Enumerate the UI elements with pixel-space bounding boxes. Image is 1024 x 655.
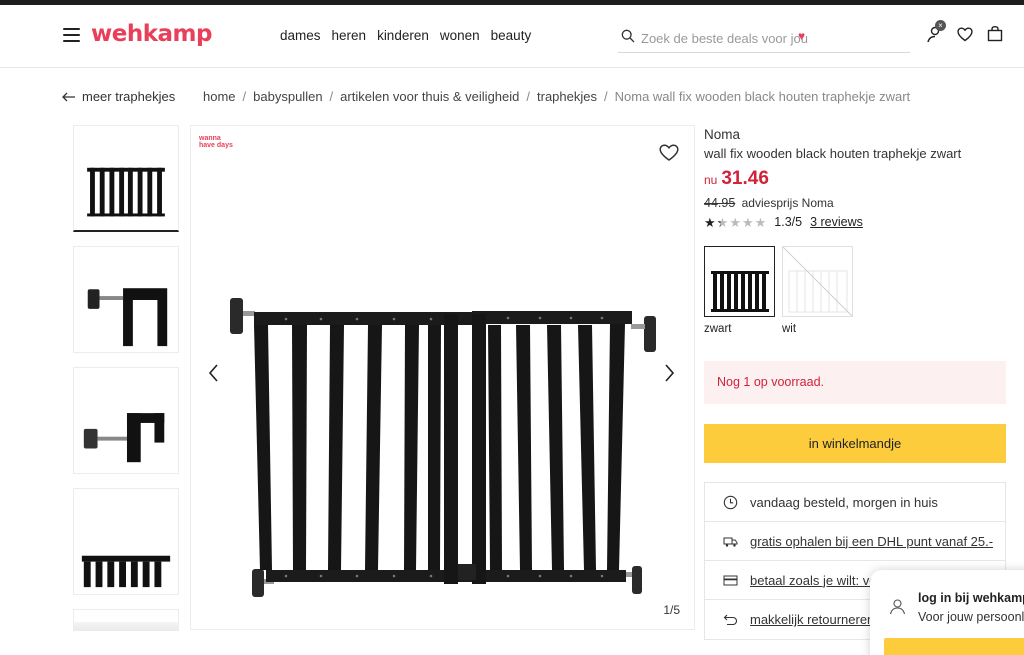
old-price-label: adviesprijs Noma xyxy=(741,196,834,210)
chevron-left-icon[interactable] xyxy=(206,362,222,384)
crumb-artikelen[interactable]: artikelen voor thuis & veiligheid xyxy=(340,89,519,104)
truck-icon xyxy=(723,537,738,547)
search-icon xyxy=(621,29,635,43)
swatch-label-wit: wit xyxy=(782,323,797,335)
login-popup-title: log in bij wehkamp xyxy=(918,591,1024,605)
account-icon[interactable]: × xyxy=(926,20,946,43)
heart-icon[interactable] xyxy=(956,25,974,43)
thumbnail-1[interactable] xyxy=(73,125,179,232)
swatch-zwart[interactable]: zwart xyxy=(704,246,775,335)
back-link[interactable]: meer traphekjes xyxy=(62,89,175,104)
wehkamp-logo[interactable]: wehkamp xyxy=(91,21,212,47)
product-info: Noma wall fix wooden black houten traphe… xyxy=(704,125,1006,229)
search-bar[interactable]: ♥ xyxy=(618,23,910,53)
clock-icon xyxy=(723,495,738,509)
benefit-text: vandaag besteld, morgen in huis xyxy=(750,494,938,510)
star-icon: ★ xyxy=(729,214,741,230)
add-to-cart-button[interactable]: in winkelmandje xyxy=(704,424,1006,463)
old-price-row: 44.95 adviesprijs Noma xyxy=(704,196,1006,210)
image-counter: 1/5 xyxy=(663,603,680,617)
benefit-link[interactable]: gratis ophalen bij een DHL punt vanaf 25… xyxy=(750,534,993,549)
favorite-heart-icon[interactable] xyxy=(658,142,680,162)
current-price: 31.46 xyxy=(721,168,769,189)
stock-message: Nog 1 op voorraad. xyxy=(704,361,1006,404)
star-icon: ★ xyxy=(754,214,767,230)
product-brand[interactable]: Noma xyxy=(704,127,1006,142)
main-nav: dames heren kinderen wonen beauty xyxy=(280,28,542,43)
hamburger-menu-icon[interactable] xyxy=(63,28,80,42)
benefit-delivery: vandaag besteld, morgen in huis xyxy=(705,483,1005,522)
main-product-image[interactable]: wanna have days 1/5 xyxy=(190,125,695,630)
rating-text: 1.3/5 xyxy=(774,215,803,229)
breadcrumb: home / babyspullen / artikelen voor thuis … xyxy=(203,89,911,104)
crumb-babyspullen[interactable]: babyspullen xyxy=(253,89,322,104)
benefit-link[interactable]: betaal zoals je wilt: vo xyxy=(750,573,876,588)
stair-gate-image xyxy=(230,298,656,597)
login-button[interactable] xyxy=(884,638,1024,655)
nav-wonen[interactable]: wonen xyxy=(440,28,480,43)
color-swatches: zwart wit xyxy=(704,246,853,335)
price-prefix: nu xyxy=(704,173,718,187)
crumb-current: Noma wall fix wooden black houten traphe… xyxy=(614,89,911,104)
crumb-home[interactable]: home xyxy=(203,89,236,104)
search-input[interactable] xyxy=(641,27,901,49)
thumbnail-3[interactable] xyxy=(73,367,179,474)
chevron-right-icon[interactable] xyxy=(661,362,677,384)
nav-dames[interactable]: dames xyxy=(280,28,321,43)
nav-heren[interactable]: heren xyxy=(332,28,367,43)
rating-stars: ★ ★ ★ ★ ★ xyxy=(704,216,766,229)
wanna-have-days-badge: wanna have days xyxy=(199,135,233,149)
benefit-link[interactable]: makkelijk retourneren xyxy=(750,612,874,627)
star-icon: ★ xyxy=(716,214,729,230)
thumbnail-2[interactable] xyxy=(73,246,179,353)
login-popup-subtitle: Voor jouw persoonli xyxy=(918,610,1024,624)
rating-row: ★ ★ ★ ★ ★ 1.3/5 3 reviews xyxy=(704,215,1006,229)
thumbnail-5[interactable] xyxy=(73,609,179,631)
crumb-traphekjes[interactable]: traphekjes xyxy=(537,89,597,104)
back-link-label: meer traphekjes xyxy=(82,89,176,104)
price-row: nu 31.46 xyxy=(704,168,1006,190)
close-icon: × xyxy=(935,20,946,31)
nav-beauty[interactable]: beauty xyxy=(491,28,532,43)
header-icons: × xyxy=(926,20,1004,43)
old-price: 44.95 xyxy=(704,196,736,210)
reviews-link[interactable]: 3 reviews xyxy=(810,215,863,229)
swatch-label-zwart: zwart xyxy=(704,323,732,335)
star-icon: ★ xyxy=(704,214,716,230)
nav-kinderen[interactable]: kinderen xyxy=(377,28,429,43)
thumbnail-4[interactable] xyxy=(73,488,179,595)
return-icon xyxy=(723,614,738,626)
arrow-left-icon xyxy=(62,92,75,101)
star-icon: ★ xyxy=(741,214,754,230)
pink-heart-icon: ♥ xyxy=(798,29,806,43)
benefit-dhl[interactable]: gratis ophalen bij een DHL punt vanaf 25… xyxy=(705,522,1005,561)
login-popup[interactable]: log in bij wehkamp Voor jouw persoonli xyxy=(870,570,1024,655)
site-header: wehkamp dames heren kinderen wonen beaut… xyxy=(0,5,1024,68)
user-icon xyxy=(889,599,906,615)
bag-icon[interactable] xyxy=(986,25,1004,43)
product-title: wall fix wooden black houten traphekje z… xyxy=(704,146,962,161)
swatch-wit[interactable]: wit xyxy=(782,246,853,335)
card-icon xyxy=(723,575,738,585)
